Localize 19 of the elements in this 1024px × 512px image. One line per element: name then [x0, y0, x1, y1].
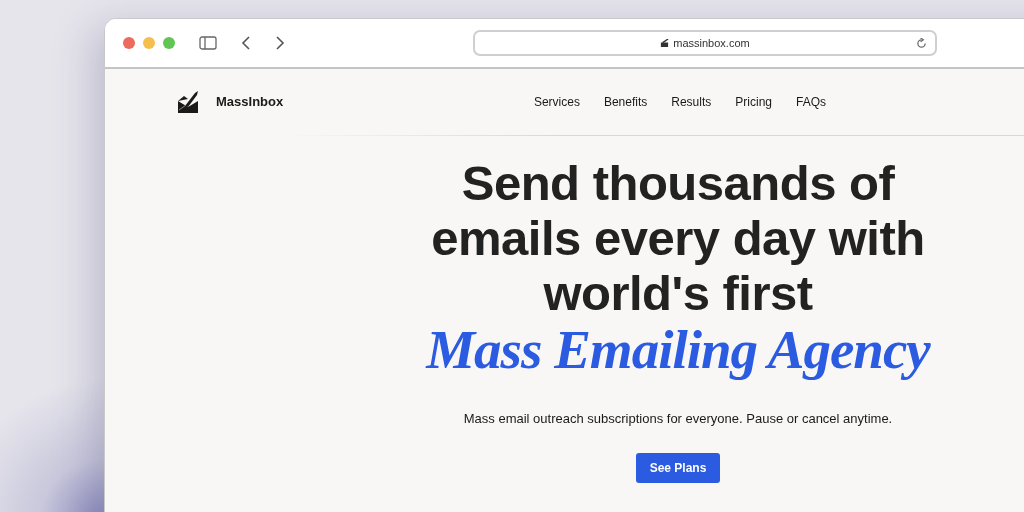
nav-link[interactable]: Pricing [735, 93, 772, 111]
close-button[interactable] [123, 37, 135, 49]
url-text: massinbox.com [673, 35, 750, 51]
address-bar[interactable]: massinbox.com [473, 30, 937, 56]
headline: Send thousands of emails every day with world's first [430, 156, 926, 321]
nav-link[interactable]: Results [671, 93, 712, 111]
forward-icon[interactable] [275, 36, 285, 50]
nav-link[interactable]: FAQs [796, 93, 826, 111]
logo-icon [176, 90, 200, 114]
reload-icon[interactable] [916, 37, 927, 49]
see-plans-button[interactable]: See Plans [635, 452, 721, 483]
sidebar-icon[interactable] [199, 36, 217, 50]
nav-link[interactable]: Benefits [603, 93, 648, 111]
back-icon[interactable] [241, 36, 251, 50]
brand-name[interactable]: MassInbox [216, 92, 284, 112]
nav-link[interactable]: Services [533, 93, 580, 111]
headline-highlight: Mass Emailing Agency [426, 321, 930, 379]
subtitle: Mass email outreach subscriptions for everyone. Pause or cancel anytime. [463, 410, 893, 428]
site-icon [660, 38, 670, 48]
